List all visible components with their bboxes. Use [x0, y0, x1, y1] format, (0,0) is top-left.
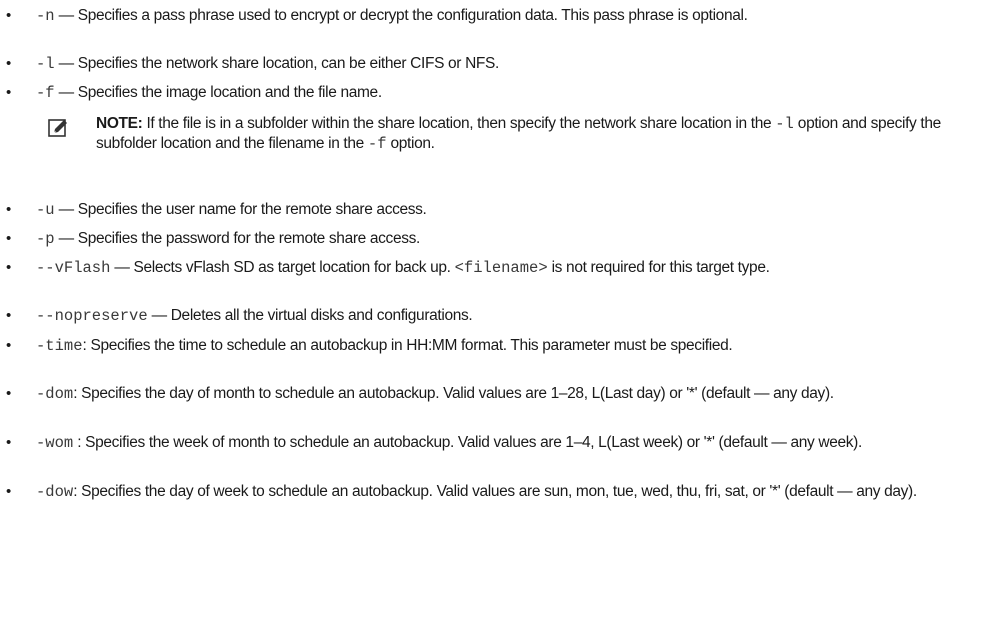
- list-item-text: -time: Specifies the time to schedule an…: [36, 336, 966, 356]
- option-code: -time: [36, 337, 83, 355]
- list-item-text: -dom: Specifies the day of month to sche…: [36, 384, 966, 404]
- separator: —: [58, 84, 75, 101]
- option-description: Specifies a pass phrase used to encrypt …: [77, 7, 748, 24]
- bullet: •: [6, 259, 11, 276]
- option-code: -n: [36, 7, 55, 25]
- option-description: Specifies the password for the remote sh…: [77, 230, 421, 247]
- option-code: -f: [36, 84, 55, 102]
- option-code: -dow: [36, 483, 74, 501]
- filename-placeholder-code: <filename>: [454, 259, 548, 277]
- bullet: •: [6, 337, 11, 354]
- list-item-text: -dow: Specifies the day of week to sched…: [36, 482, 966, 502]
- option-description: Specifies the day of month to schedule a…: [81, 385, 834, 402]
- bullet: •: [6, 201, 11, 218]
- option-description: Specifies the user name for the remote s…: [77, 201, 427, 218]
- separator: —: [58, 230, 75, 247]
- note-text-part: If the file is in a subfolder within the…: [146, 115, 772, 132]
- bullet: •: [6, 84, 11, 101]
- option-code: -u: [36, 201, 55, 219]
- option-description: Specifies the image location and the fil…: [77, 84, 382, 101]
- list-item-text: -l — Specifies the network share locatio…: [36, 54, 966, 74]
- list-item-text: --vFlash — Selects vFlash SD as target l…: [36, 258, 966, 278]
- separator: —: [58, 201, 75, 218]
- note-text-part: option.: [390, 135, 435, 152]
- note-text: NOTE: If the file is in a subfolder with…: [96, 114, 956, 154]
- option-code: -wom: [36, 434, 74, 452]
- note-code: -l: [775, 115, 794, 133]
- option-description: Selects vFlash SD as target location for…: [133, 259, 451, 276]
- separator: —: [58, 55, 75, 72]
- option-code: --nopreserve: [36, 307, 148, 325]
- option-code: -dom: [36, 385, 74, 403]
- list-item-text: -f — Specifies the image location and th…: [36, 83, 966, 103]
- note-code: -f: [367, 135, 387, 153]
- separator: —: [114, 259, 130, 276]
- separator: —: [151, 307, 168, 324]
- option-code: -l: [36, 55, 55, 73]
- bullet: •: [6, 483, 11, 500]
- bullet: •: [6, 7, 11, 24]
- list-item-text: -wom : Specifies the week of month to sc…: [36, 433, 966, 453]
- option-description: Specifies the time to schedule an autoba…: [90, 337, 733, 354]
- option-description: Specifies the day of week to schedule an…: [81, 483, 917, 500]
- bullet: •: [6, 230, 11, 247]
- note-callout: NOTE: If the file is in a subfolder with…: [36, 114, 966, 178]
- option-description: Specifies the network share location, ca…: [77, 55, 500, 72]
- bullet: •: [6, 307, 11, 324]
- pencil-note-icon: [48, 119, 67, 137]
- bullet: •: [6, 434, 11, 451]
- list-item-text: -p — Specifies the password for the remo…: [36, 229, 966, 249]
- bullet: •: [6, 385, 11, 402]
- list-item-text: -n — Specifies a pass phrase used to enc…: [36, 6, 966, 26]
- option-description-tail: is not required for this target type.: [551, 259, 770, 276]
- option-code: --vFlash: [36, 259, 111, 277]
- option-description: Deletes all the virtual disks and config…: [170, 307, 473, 324]
- separator: :: [82, 337, 87, 354]
- separator: :: [77, 434, 82, 451]
- note-label: NOTE:: [96, 115, 143, 132]
- option-code: -p: [36, 230, 55, 248]
- separator: :: [73, 483, 78, 500]
- bullet: •: [6, 55, 11, 72]
- option-description: Specifies the week of month to schedule …: [85, 434, 862, 451]
- separator: —: [58, 7, 75, 24]
- separator: :: [73, 385, 78, 402]
- list-item-text: --nopreserve — Deletes all the virtual d…: [36, 306, 966, 326]
- list-item-text: -u — Specifies the user name for the rem…: [36, 200, 966, 220]
